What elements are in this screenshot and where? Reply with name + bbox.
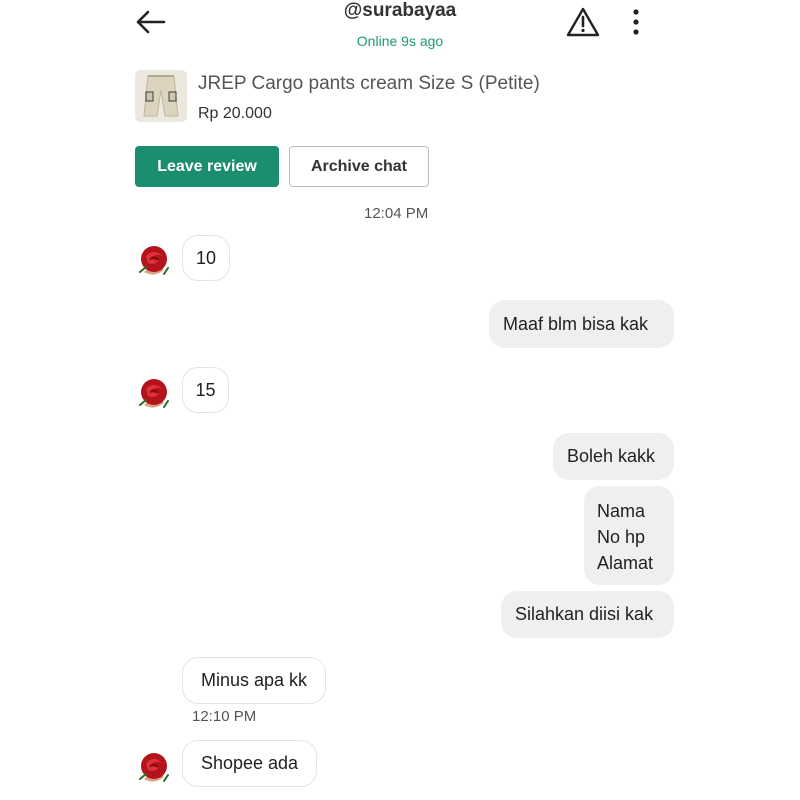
message-line: No hp (597, 527, 646, 547)
message-timestamp: 12:04 PM (364, 205, 429, 222)
rose-avatar-icon (134, 749, 174, 789)
message-bubble-outgoing[interactable]: Maaf blm bisa kak (489, 300, 674, 348)
product-price: Rp 20.000 (198, 105, 272, 122)
product-name[interactable]: JREP Cargo pants cream Size S (Petite) (198, 73, 540, 95)
seller-avatar[interactable] (134, 375, 174, 415)
leave-review-button[interactable]: Leave review (135, 146, 279, 187)
warning-triangle-icon (566, 7, 600, 37)
message-bubble-incoming[interactable]: Shopee ada (182, 740, 317, 787)
message-bubble-incoming[interactable]: 10 (182, 235, 230, 281)
rose-avatar-icon (134, 375, 174, 415)
message-bubble-outgoing[interactable]: Boleh kakk (553, 433, 674, 480)
message-bubble-outgoing[interactable]: Silahkan diisi kak (501, 591, 674, 638)
report-button[interactable] (562, 2, 604, 42)
message-line: Nama (597, 501, 646, 521)
chat-username[interactable]: @surabayaa (0, 0, 800, 22)
seller-avatar[interactable] (134, 749, 174, 789)
product-thumbnail[interactable] (135, 70, 187, 122)
more-options-button[interactable] (622, 2, 650, 42)
more-vertical-icon (633, 9, 639, 35)
message-timestamp: 12:10 PM (192, 708, 257, 725)
message-bubble-incoming[interactable]: 15 (182, 367, 229, 413)
seller-avatar[interactable] (134, 242, 174, 282)
archive-chat-button[interactable]: Archive chat (289, 146, 429, 187)
message-bubble-outgoing[interactable]: Nama No hp Alamat (584, 486, 674, 585)
message-bubble-incoming[interactable]: Minus apa kk (182, 657, 326, 704)
rose-avatar-icon (134, 242, 174, 282)
online-status: Online 9s ago (356, 33, 444, 49)
cargo-pants-image (135, 70, 187, 122)
message-line: Alamat (597, 553, 654, 573)
